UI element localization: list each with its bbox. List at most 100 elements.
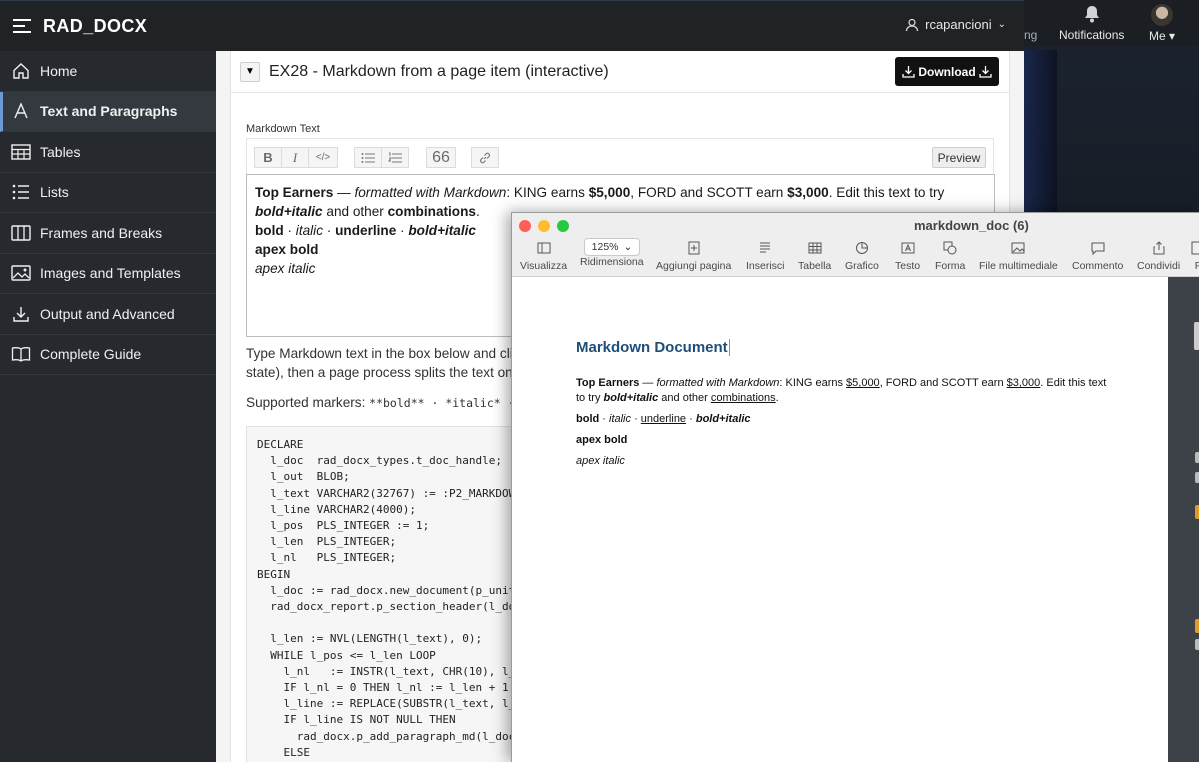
maximize-window-button[interactable]: [557, 220, 569, 232]
me-label: Me ▾: [1149, 29, 1176, 43]
sidebar-item-text-and-paragraphs[interactable]: Text and Paragraphs: [0, 91, 216, 132]
toolbar-zoom-button[interactable]: Ridimensiona: [580, 256, 644, 268]
document-paragraph: Top Earners — formatted with Markdown: K…: [576, 377, 1107, 404]
region-title: EX28 - Markdown from a page item (intera…: [269, 62, 609, 80]
sidebar-item-label: Complete Guide: [40, 346, 142, 363]
toolbar-comment-button[interactable]: Commento: [1072, 239, 1123, 272]
inspector-control[interactable]: [1195, 619, 1199, 633]
toolbar-format-button[interactable]: F: [1191, 239, 1199, 272]
home-icon: [11, 61, 31, 81]
download-button[interactable]: Download: [895, 57, 999, 86]
hamburger-menu-icon[interactable]: [13, 18, 33, 34]
toolbar-share-button[interactable]: Condividi: [1137, 239, 1180, 272]
sidebar-item-label: Frames and Breaks: [40, 224, 163, 241]
me-menu-button[interactable]: Me ▾: [1149, 4, 1175, 43]
notifications-button[interactable]: Notifications: [1059, 4, 1124, 42]
numbered-list-icon: [388, 152, 402, 162]
user-name: rcapancioni: [925, 17, 992, 32]
sidebar-item-output-and-advanced[interactable]: Output and Advanced: [0, 294, 216, 335]
avatar: [1151, 4, 1174, 26]
chevron-down-icon: ⌄: [623, 241, 633, 253]
list-icon: [11, 182, 31, 202]
bulleted-list-button[interactable]: [354, 147, 382, 168]
sidebar-item-label: Lists: [40, 184, 69, 201]
close-window-button[interactable]: [519, 220, 531, 232]
sidebar-item-label: Text and Paragraphs: [40, 103, 178, 120]
region-header: ▼ EX28 - Markdown from a page item (inte…: [231, 51, 1009, 93]
sidebar: Home Text and Paragraphs Tables Lists Fr…: [0, 51, 216, 762]
inspector-sidebar: [1168, 277, 1199, 762]
toolbar-insert-button[interactable]: Inserisci: [746, 239, 785, 272]
table-icon: [808, 242, 822, 254]
toolbar-view-button[interactable]: Visualizza: [520, 239, 567, 272]
link-icon: [480, 152, 490, 163]
scrollbar-thumb[interactable]: [1194, 322, 1199, 350]
table-icon: [11, 142, 31, 162]
toolbar-table-button[interactable]: Tabella: [798, 239, 831, 272]
share-icon: [1153, 241, 1165, 255]
document-canvas[interactable]: Markdown Document Top Earners — formatte…: [512, 277, 1168, 762]
minimize-window-button[interactable]: [538, 220, 550, 232]
document-heading: Markdown Document: [576, 339, 730, 356]
sidebar-item-frames-and-breaks[interactable]: Frames and Breaks: [0, 213, 216, 254]
document-paragraph: bold · italic · underline · bold+italic: [576, 413, 751, 425]
toolbar-text-button[interactable]: Testo: [895, 239, 920, 272]
sidebar-item-label: Output and Advanced: [40, 305, 175, 322]
sidebar-item-label: Images and Templates: [40, 265, 181, 282]
code-button[interactable]: </>: [308, 147, 338, 168]
download-icon: [11, 304, 31, 324]
document-page: Markdown Document Top Earners — formatte…: [576, 339, 1116, 475]
bold-button[interactable]: B: [254, 147, 282, 168]
zoom-select[interactable]: 125% ⌄: [584, 238, 640, 256]
code-icon: </>: [315, 152, 331, 163]
inspector-control[interactable]: [1195, 452, 1199, 463]
window-toolbar: Visualizza Ridimensiona 125% ⌄ Aggiungi p…: [512, 238, 1199, 275]
format-icon: [1191, 241, 1199, 255]
preview-button[interactable]: Preview: [932, 147, 986, 168]
link-button[interactable]: [471, 147, 499, 168]
sidebar-item-tables[interactable]: Tables: [0, 132, 216, 173]
comment-icon: [1091, 242, 1105, 255]
caret-down-icon: ▼: [245, 66, 255, 77]
text-box-icon: [901, 242, 915, 254]
blockquote-button[interactable]: 66: [426, 147, 456, 168]
window-titlebar: markdown_doc (6) Visualizza Ridimensiona…: [512, 213, 1199, 277]
add-page-icon: [688, 241, 700, 255]
toolbar-shape-button[interactable]: Forma: [935, 239, 965, 272]
app-title[interactable]: RAD_DOCX: [43, 16, 147, 37]
sidebar-item-label: Home: [40, 62, 78, 79]
top-bar: RAD_DOCX rcapancioni ⌄: [0, 0, 1024, 51]
numbered-list-button[interactable]: [381, 147, 409, 168]
toolbar-chart-button[interactable]: Grafico: [845, 239, 879, 272]
document-paragraph: apex bold: [576, 434, 628, 446]
sidebar-item-complete-guide[interactable]: Complete Guide: [0, 335, 216, 375]
sidebar-icon: [537, 242, 551, 254]
toolbar-add-page-button[interactable]: Aggiungi pagina: [656, 239, 731, 272]
user-icon: [906, 18, 919, 31]
download-icon: [902, 66, 915, 78]
markdown-toolbar: B I </> 66 Preview: [246, 138, 994, 174]
inspector-control[interactable]: [1195, 472, 1199, 483]
notifications-label: Notifications: [1059, 28, 1125, 42]
document-paragraph: apex italic: [576, 455, 625, 467]
download-icon: [979, 66, 992, 78]
text-icon: [11, 101, 31, 121]
columns-icon: [11, 223, 31, 243]
collapse-toggle-button[interactable]: ▼: [240, 61, 260, 82]
user-menu[interactable]: rcapancioni ⌄: [905, 17, 1006, 32]
inspector-control[interactable]: [1195, 505, 1199, 519]
insert-icon: [760, 242, 771, 253]
download-label: Download: [918, 64, 976, 79]
sidebar-item-home[interactable]: Home: [0, 51, 216, 92]
background-truncated-label: ng: [1024, 28, 1038, 42]
inspector-control[interactable]: [1195, 639, 1199, 650]
sidebar-item-lists[interactable]: Lists: [0, 173, 216, 213]
sidebar-item-label: Tables: [40, 143, 81, 160]
quote-icon: 66: [432, 148, 450, 166]
sidebar-item-images-and-templates[interactable]: Images and Templates: [0, 254, 216, 294]
italic-button[interactable]: I: [281, 147, 309, 168]
toolbar-media-button[interactable]: File multimediale: [979, 239, 1058, 272]
chart-icon: [855, 242, 868, 254]
chevron-down-icon: ⌄: [997, 19, 1006, 30]
media-icon: [1011, 242, 1025, 254]
